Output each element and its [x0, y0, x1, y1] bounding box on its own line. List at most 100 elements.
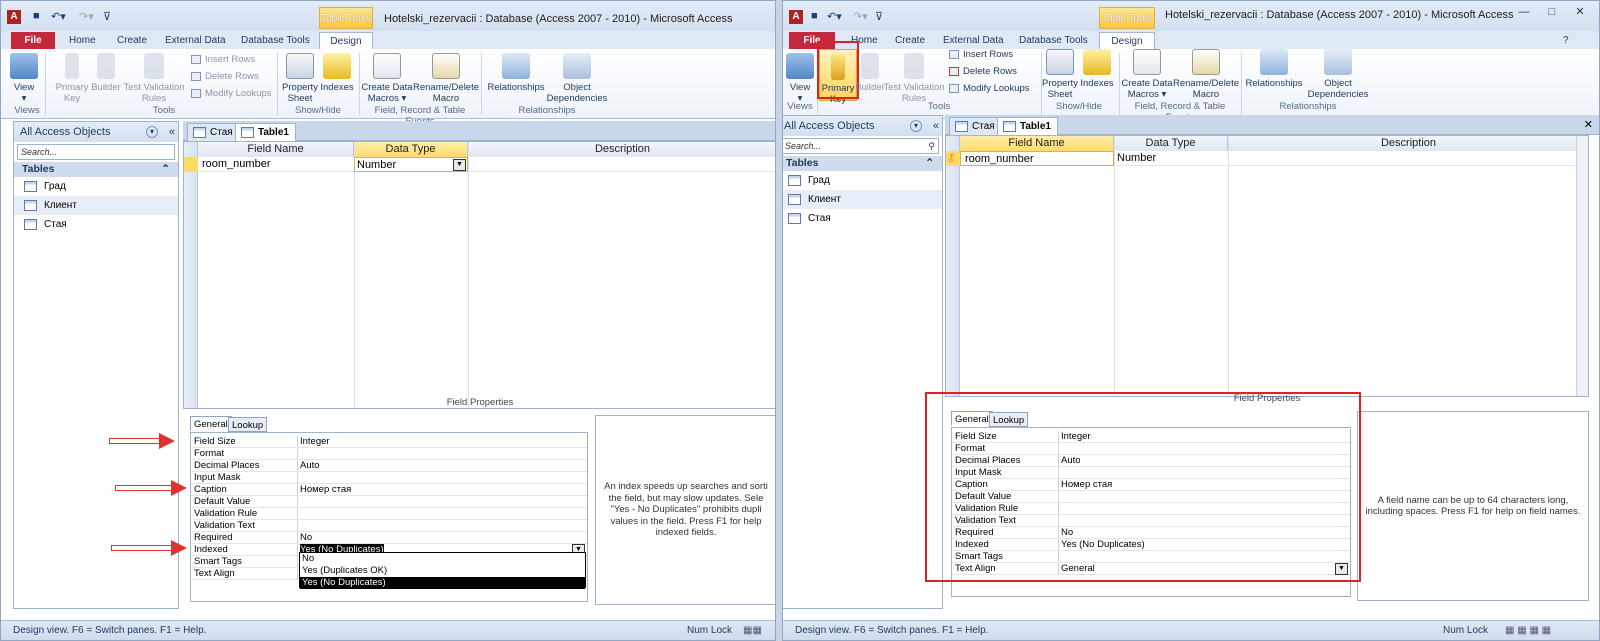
prop-tab-lookup[interactable]: Lookup	[228, 417, 268, 432]
shutter-bar-icon[interactable]: «	[933, 116, 939, 136]
description-cell[interactable]	[1228, 151, 1578, 166]
field-name-cell[interactable]: room_number	[960, 151, 1114, 166]
indexed-dropdown-list[interactable]: No Yes (Duplicates OK) Yes (No Duplicate…	[299, 552, 586, 589]
undo-icon[interactable]: ↶▾	[51, 10, 66, 23]
nav-search-input[interactable]: Search...⚲	[17, 144, 190, 160]
dropdown-option-yes-no-duplicates[interactable]: Yes (No Duplicates)	[300, 577, 585, 589]
delete-rows-button[interactable]: Delete Rows	[949, 66, 1017, 77]
primary-key-button[interactable]: Primary Key	[53, 53, 91, 104]
doc-tab-staya[interactable]: Стая	[949, 117, 1002, 135]
object-dependencies-button[interactable]: Object Dependencies	[545, 53, 609, 104]
property-value[interactable]: Auto	[300, 460, 320, 472]
save-icon[interactable]: ■	[811, 10, 818, 22]
nav-dropdown-icon[interactable]: ▾	[910, 120, 922, 132]
nav-header[interactable]: All Access Objects ▾ «	[14, 122, 178, 142]
current-row-selector[interactable]: ⚷	[946, 151, 960, 166]
vertical-scrollbar[interactable]	[1576, 136, 1588, 396]
undo-icon[interactable]: ↶▾	[827, 10, 842, 23]
tab-external-data[interactable]: External Data	[939, 32, 1008, 49]
tab-database-tools[interactable]: Database Tools	[237, 32, 314, 49]
builder-button[interactable]: Builder	[89, 53, 123, 93]
nav-item-klient[interactable]: Клиент	[14, 196, 178, 215]
nav-header[interactable]: All Access Objects ▾ «	[783, 116, 942, 136]
tab-database-tools[interactable]: Database Tools	[1015, 32, 1092, 49]
close-document-icon[interactable]: ✕	[1584, 118, 1593, 131]
property-row[interactable]: Caption Номер стая	[191, 484, 587, 496]
property-row[interactable]: Input Mask	[191, 472, 587, 484]
view-button[interactable]: View ▾	[9, 53, 39, 104]
nav-item-grad[interactable]: Град	[14, 177, 178, 196]
insert-rows-button[interactable]: Insert Rows	[191, 54, 255, 65]
tab-design[interactable]: Design	[1099, 32, 1155, 49]
property-sheet-button[interactable]: Property Sheet	[281, 53, 319, 104]
nav-item-staya[interactable]: Стая	[14, 215, 178, 234]
tab-file[interactable]: File	[11, 32, 55, 49]
nav-item-grad[interactable]: Град	[783, 171, 942, 190]
access-app-icon[interactable]: A	[789, 10, 803, 24]
builder-button[interactable]: Builder	[853, 53, 887, 93]
current-row-selector[interactable]	[184, 157, 198, 172]
modify-lookups-button[interactable]: Modify Lookups	[949, 83, 1030, 94]
shutter-bar-icon[interactable]: «	[169, 122, 175, 142]
indexes-button[interactable]: Indexes	[319, 53, 355, 93]
modify-lookups-button[interactable]: Modify Lookups	[191, 88, 272, 99]
property-value[interactable]: Integer	[300, 436, 330, 448]
data-type-select[interactable]: Number ▼	[354, 157, 468, 172]
property-row[interactable]: Validation Rule	[191, 508, 587, 520]
indexes-button[interactable]: Indexes	[1079, 49, 1115, 89]
data-type-cell[interactable]: Number	[1114, 151, 1228, 166]
relationships-button[interactable]: Relationships	[485, 53, 547, 93]
rename-delete-macro-button[interactable]: Rename/Delete Macro	[1173, 49, 1239, 100]
dropdown-option-yes-duplicates-ok[interactable]: Yes (Duplicates OK)	[300, 565, 585, 577]
minimize-icon[interactable]: —	[1511, 3, 1537, 21]
delete-rows-button[interactable]: Delete Rows	[191, 71, 259, 82]
insert-rows-button[interactable]: Insert Rows	[949, 49, 1013, 60]
nav-category-tables[interactable]: Tables ⌃	[14, 162, 178, 177]
search-icon[interactable]: ⚲	[928, 139, 935, 153]
redo-icon[interactable]: ↷▾	[853, 10, 868, 23]
tab-external-data[interactable]: External Data	[161, 32, 230, 49]
access-app-icon[interactable]: A	[7, 10, 21, 24]
property-sheet-button[interactable]: Property Sheet	[1041, 49, 1079, 100]
nav-item-staya[interactable]: Стая	[783, 209, 942, 228]
property-row[interactable]: Decimal Places Auto	[191, 460, 587, 472]
tab-design[interactable]: Design	[319, 32, 373, 49]
create-data-macros-button[interactable]: Create Data Macros ▾	[1121, 49, 1173, 100]
create-data-macros-button[interactable]: Create Data Macros ▾	[361, 53, 413, 104]
property-row[interactable]: Format	[191, 448, 587, 460]
nav-item-klient[interactable]: Клиент	[783, 190, 942, 209]
redo-icon[interactable]: ↷▾	[79, 10, 94, 23]
collapse-icon[interactable]: ⌃	[925, 156, 934, 171]
chevron-down-icon[interactable]: ▼	[453, 159, 466, 171]
nav-category-tables[interactable]: Tables ⌃	[783, 156, 942, 171]
rename-delete-macro-button[interactable]: Rename/Delete Macro	[413, 53, 479, 104]
tab-home[interactable]: Home	[65, 32, 100, 49]
customize-qat-icon[interactable]: ⊽	[875, 10, 883, 23]
object-dependencies-button[interactable]: Object Dependencies	[1305, 49, 1371, 100]
doc-tab-table1[interactable]: Table1	[997, 117, 1058, 135]
test-validation-rules-button[interactable]: Test Validation Rules	[121, 53, 187, 104]
tab-create[interactable]: Create	[891, 32, 929, 49]
maximize-icon[interactable]: □	[1539, 3, 1565, 21]
doc-tab-staya[interactable]: Стая	[187, 123, 240, 141]
property-value[interactable]: Номер стая	[300, 484, 351, 496]
save-icon[interactable]: ■	[33, 10, 40, 22]
nav-dropdown-icon[interactable]: ▾	[146, 126, 158, 138]
close-icon[interactable]: ✕	[1567, 3, 1593, 21]
nav-search-input[interactable]: Search...⚲	[783, 138, 939, 154]
property-value[interactable]: No	[300, 532, 312, 544]
property-row[interactable]: Field Size Integer	[191, 436, 587, 448]
customize-qat-icon[interactable]: ⊽	[103, 10, 111, 23]
property-row[interactable]: Required No	[191, 532, 587, 544]
doc-tab-table1[interactable]: Table1	[235, 123, 296, 141]
relationships-button[interactable]: Relationships	[1243, 49, 1305, 89]
view-shortcut-icons[interactable]: ▦ ▦ ▦ ▦	[1505, 621, 1551, 640]
tab-create[interactable]: Create	[113, 32, 151, 49]
help-icon[interactable]: ?	[1559, 32, 1573, 49]
property-row[interactable]: Default Value	[191, 496, 587, 508]
test-validation-rules-button[interactable]: Test Validation Rules	[883, 53, 945, 104]
prop-tab-general[interactable]: General	[190, 416, 232, 431]
dropdown-option-no[interactable]: No	[300, 553, 585, 565]
collapse-icon[interactable]: ⌃	[161, 162, 170, 177]
description-cell[interactable]	[468, 157, 775, 172]
